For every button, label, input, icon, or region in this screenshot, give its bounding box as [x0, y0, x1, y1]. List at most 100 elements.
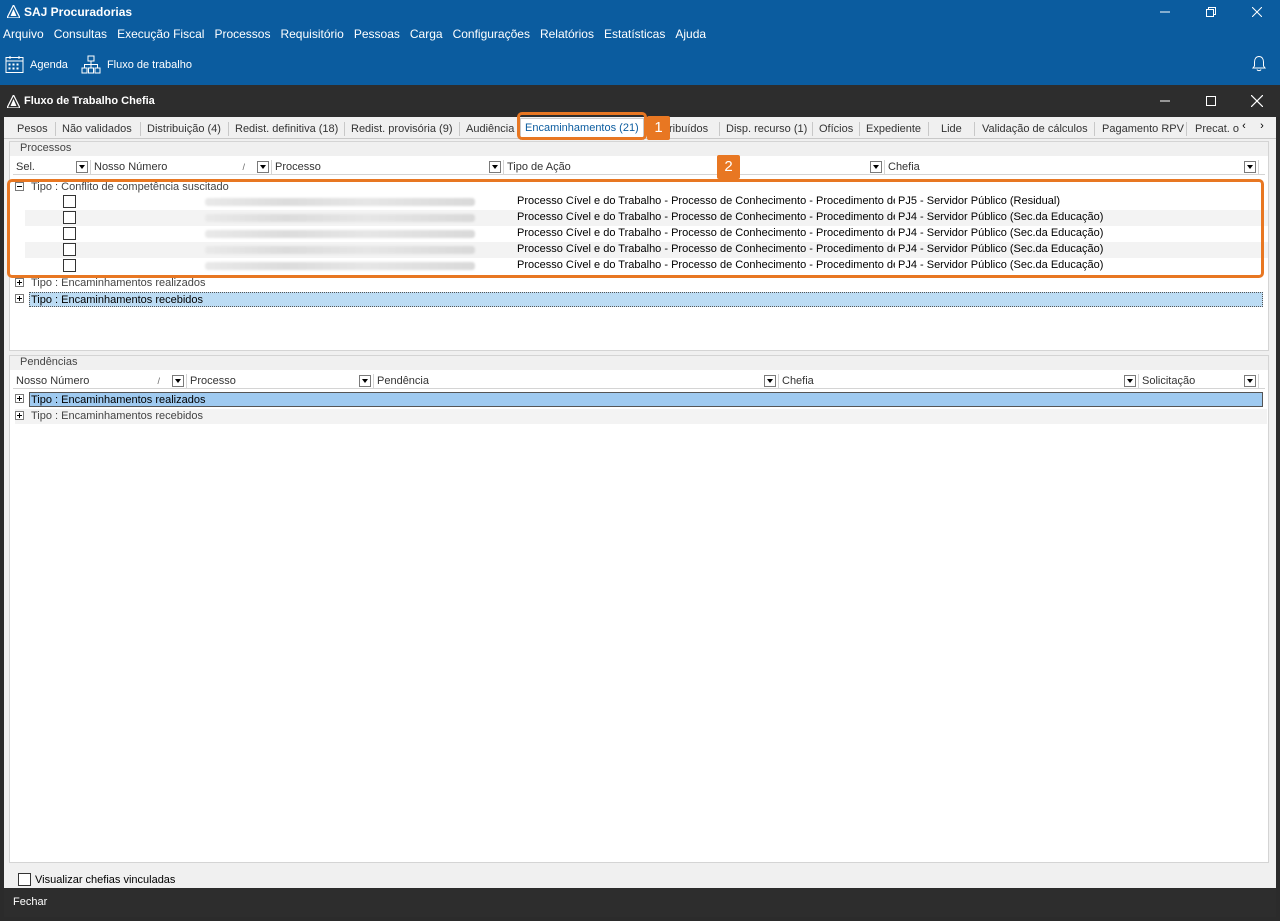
tab-oficios[interactable]: Ofícios [814, 120, 858, 139]
menu-relatorios[interactable]: Relatórios [540, 27, 594, 41]
menu-pessoas[interactable]: Pessoas [354, 27, 400, 41]
expand-icon[interactable] [15, 394, 24, 403]
callout-highlight-tab [517, 112, 647, 140]
filter-dropdown-icon[interactable] [257, 161, 269, 173]
tab-separator [1094, 122, 1095, 136]
filter-dropdown-icon[interactable] [489, 161, 501, 173]
minimize-button[interactable] [1142, 0, 1188, 23]
tab-separator [859, 122, 860, 136]
col-pendencia[interactable]: Pendência [374, 374, 779, 389]
expand-icon[interactable] [15, 294, 24, 303]
callout-badge-1: 1 [647, 116, 670, 140]
group-row-recebidos[interactable]: Tipo : Encaminhamentos recebidos [15, 409, 1267, 424]
filter-dropdown-icon[interactable] [172, 375, 184, 387]
col-solicitacao[interactable]: Solicitação [1139, 374, 1259, 389]
tab-scroll-right-icon[interactable]: › [1256, 120, 1268, 136]
col-nosso-numero[interactable]: Nosso Número / [13, 374, 187, 389]
workflow-icon [81, 55, 101, 74]
bell-icon[interactable] [1252, 55, 1266, 75]
filter-dropdown-icon[interactable] [1244, 161, 1256, 173]
expand-icon[interactable] [15, 411, 24, 420]
menu-execucao-fiscal[interactable]: Execução Fiscal [117, 27, 204, 41]
menu-carga[interactable]: Carga [410, 27, 443, 41]
filter-dropdown-icon[interactable] [764, 375, 776, 387]
group-row-realizados[interactable]: Tipo : Encaminhamentos realizados [15, 392, 1267, 407]
group-row-recebidos[interactable]: Tipo : Encaminhamentos recebidos [15, 292, 1267, 307]
menu-processos[interactable]: Processos [214, 27, 270, 41]
group-label-recebidos: Tipo : Encaminhamentos recebidos [29, 292, 1263, 307]
filter-dropdown-icon[interactable] [76, 161, 88, 173]
filter-dropdown-icon[interactable] [1124, 375, 1136, 387]
col-processo[interactable]: Processo [272, 160, 504, 175]
menu-configuracoes[interactable]: Configurações [453, 27, 530, 41]
visualizar-chefias-label: Visualizar chefias vinculadas [35, 873, 176, 886]
sort-indicator: / [157, 376, 160, 386]
sort-indicator: / [242, 162, 245, 172]
pendencias-column-header: Nosso Número / Processo Pendência Chefia … [13, 374, 1265, 389]
tab-redist-definitiva[interactable]: Redist. definitiva (18) [230, 120, 343, 139]
window-title: Fluxo de Trabalho Chefia [24, 95, 155, 107]
tab-validacao-calculos[interactable]: Validação de cálculos [977, 120, 1093, 139]
callout-badge-2: 2 [717, 155, 740, 179]
tab-pagamento-rpv[interactable]: Pagamento RPV [1097, 120, 1189, 139]
app-title: SAJ Procuradorias [24, 4, 133, 19]
col-sel[interactable]: Sel. [13, 160, 91, 175]
tab-separator [719, 122, 720, 136]
callout-highlight-rows [7, 179, 1264, 278]
fluxo-trabalho-button[interactable]: Fluxo de trabalho [81, 55, 192, 74]
tab-distribuicao[interactable]: Distribuição (4) [142, 120, 226, 139]
filter-dropdown-icon[interactable] [870, 161, 882, 173]
col-chefia-label: Chefia [782, 375, 814, 387]
col-chefia[interactable]: Chefia [885, 160, 1259, 175]
col-tipo-acao[interactable]: Tipo de Ação [504, 160, 885, 175]
tab-separator [228, 122, 229, 136]
tab-scroll-left-icon[interactable]: ‹ [1238, 120, 1250, 136]
menu-arquivo[interactable]: Arquivo [3, 27, 44, 41]
fluxo-trabalho-label: Fluxo de trabalho [106, 58, 192, 71]
agenda-label: Agenda [30, 58, 68, 71]
pendencias-panel-title: Pendências [10, 356, 1268, 370]
filter-dropdown-icon[interactable] [1244, 375, 1256, 387]
filter-dropdown-icon[interactable] [359, 375, 371, 387]
menu-estatisticas[interactable]: Estatísticas [604, 27, 665, 41]
tab-precat[interactable]: Precat. o [1190, 120, 1244, 139]
col-chefia[interactable]: Chefia [779, 374, 1139, 389]
tab-expediente[interactable]: Expediente [861, 120, 926, 139]
tab-redist-provisoria[interactable]: Redist. provisória (9) [346, 120, 457, 139]
tab-nao-validados[interactable]: Não validados [57, 120, 137, 139]
tab-separator [459, 122, 460, 136]
expand-icon[interactable] [15, 278, 24, 287]
restore-button[interactable] [1188, 0, 1234, 23]
tab-separator [812, 122, 813, 136]
col-processo-label: Processo [190, 375, 236, 387]
menu-consultas[interactable]: Consultas [54, 27, 107, 41]
window-logo-icon [6, 94, 20, 108]
processos-column-header: Sel. Nosso Número / Processo Tipo de Ação… [13, 160, 1265, 175]
window-minimize-button[interactable] [1142, 85, 1188, 117]
menu-ajuda[interactable]: Ajuda [675, 27, 706, 41]
col-pendencia-label: Pendência [377, 375, 429, 387]
menu-bar: Arquivo Consultas Execução Fiscal Proces… [0, 23, 1280, 44]
col-tipo-acao-label: Tipo de Ação [507, 161, 571, 173]
agenda-button[interactable]: Agenda [5, 55, 68, 74]
col-nosso-numero[interactable]: Nosso Número / [91, 160, 272, 175]
col-chefia-label: Chefia [888, 161, 920, 173]
col-solicitacao-label: Solicitação [1142, 375, 1196, 387]
tab-audiencia[interactable]: Audiência [461, 120, 519, 139]
window-maximize-button[interactable] [1188, 85, 1234, 117]
toolbar: Agenda Fluxo de trabalho [0, 44, 1280, 85]
tab-distribuidos[interactable]: ribuídos [664, 120, 713, 139]
col-processo[interactable]: Processo [187, 374, 374, 389]
visualizar-chefias-checkbox[interactable]: Visualizar chefias vinculadas [18, 873, 175, 886]
tab-lide[interactable]: Lide [936, 120, 967, 139]
tab-pesos[interactable]: Pesos [12, 120, 53, 139]
col-processo-label: Processo [275, 161, 321, 173]
menu-requisitorio[interactable]: Requisitório [280, 27, 343, 41]
checkbox-box[interactable] [18, 873, 31, 886]
fechar-button[interactable]: Fechar [13, 896, 47, 908]
tab-disp-recurso[interactable]: Disp. recurso (1) [721, 120, 812, 139]
close-app-button[interactable] [1234, 0, 1280, 23]
window-close-button[interactable] [1234, 85, 1280, 117]
tab-separator [928, 122, 929, 136]
group-label-realizados: Tipo : Encaminhamentos realizados [29, 392, 1263, 407]
